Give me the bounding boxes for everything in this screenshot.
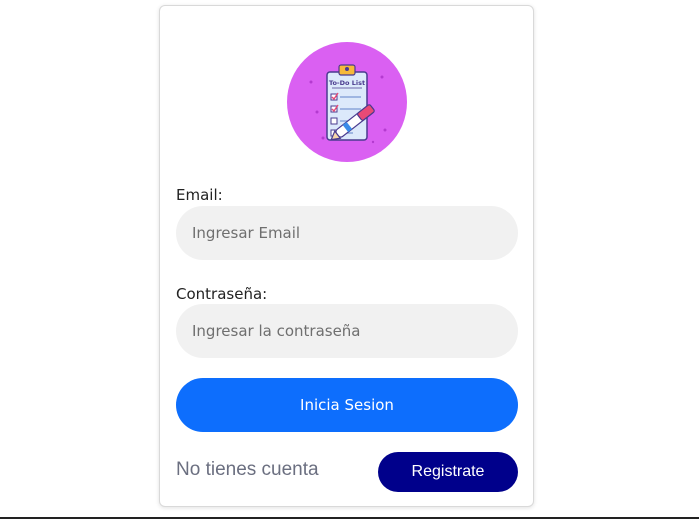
register-button[interactable]: Registrate	[378, 452, 518, 492]
login-card: To-Do List Email: Ingresar Email Contras…	[159, 5, 534, 507]
register-button-label: Registrate	[411, 463, 485, 480]
password-label: Contraseña:	[176, 285, 268, 303]
password-input[interactable]	[176, 304, 518, 358]
todo-list-logo-icon: To-Do List	[287, 42, 407, 162]
login-button-label: Inicia Sesion	[300, 396, 394, 414]
email-label: Email:	[176, 186, 223, 204]
email-input[interactable]	[176, 206, 518, 260]
login-button[interactable]: Inicia Sesion	[176, 378, 518, 432]
no-account-text: No tienes cuenta	[176, 459, 319, 480]
logo-text: To-Do List	[329, 79, 365, 87]
